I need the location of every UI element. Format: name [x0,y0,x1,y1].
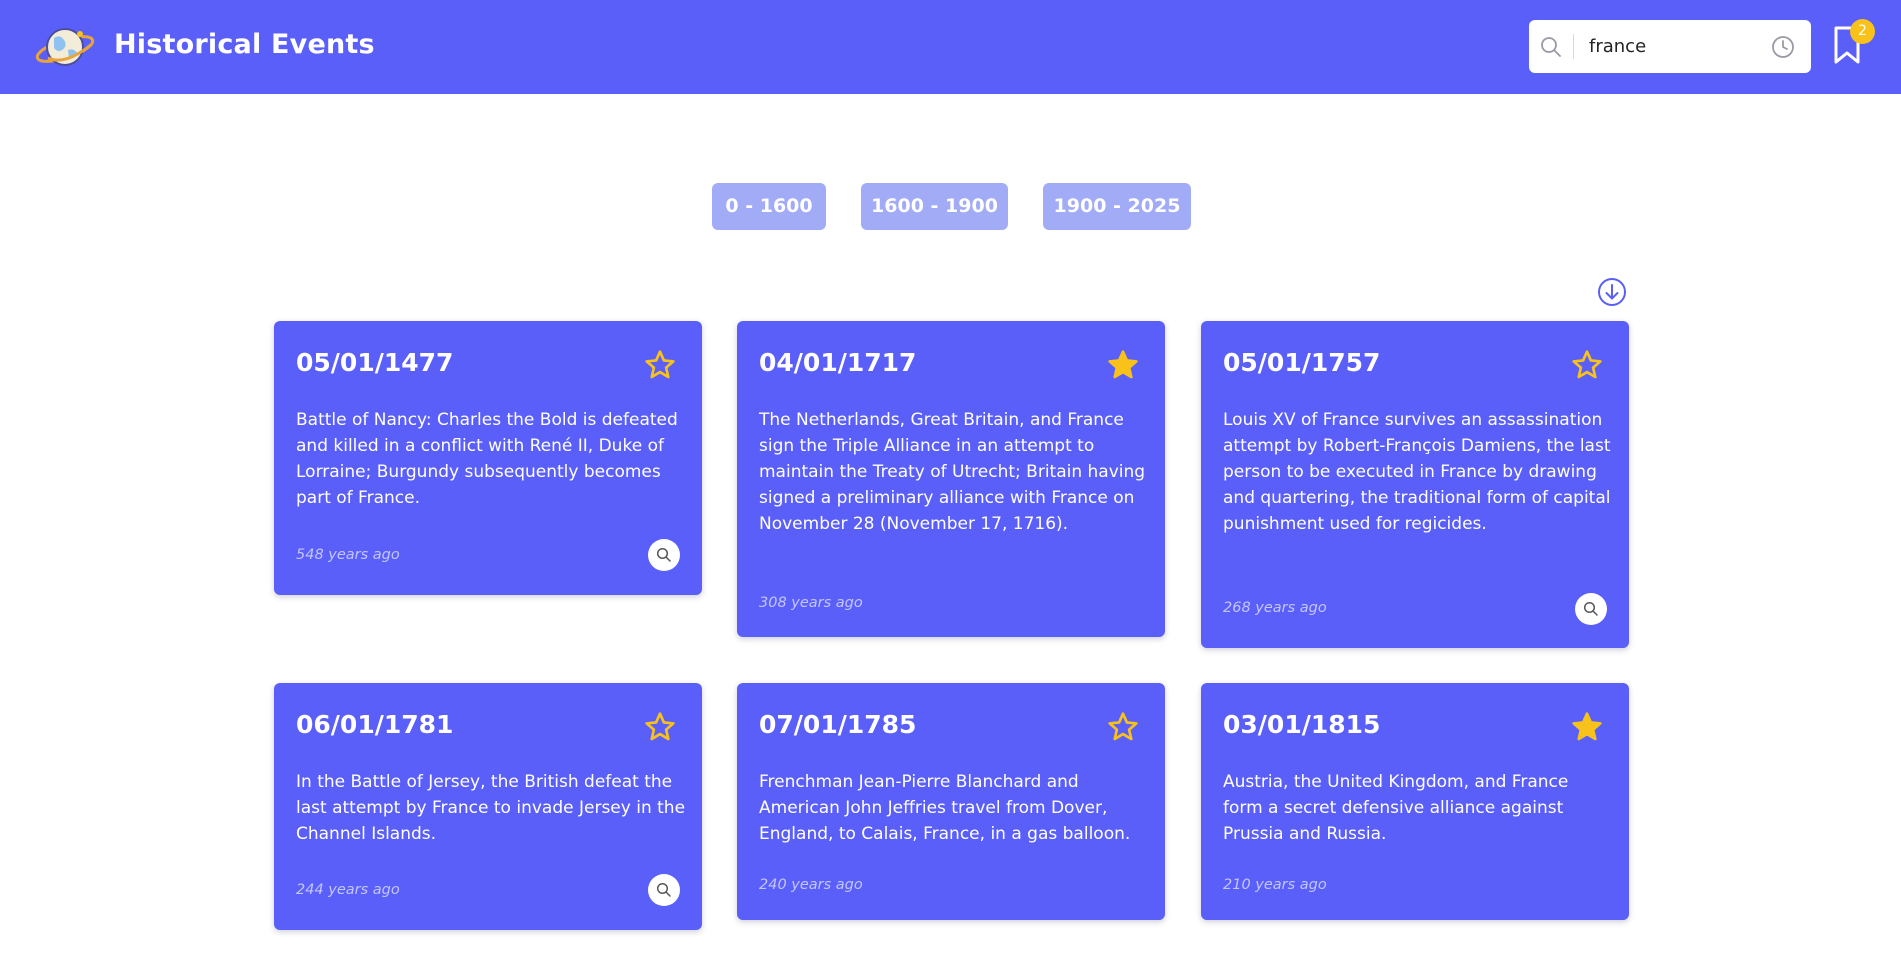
event-age: 240 years ago [759,877,863,893]
range-button-1600-1900[interactable]: 1600 - 1900 [861,183,1008,230]
clock-icon[interactable] [1771,35,1795,59]
arrow-down-circle-icon[interactable] [1597,277,1627,307]
event-card: 03/01/1815 Austria, the United Kingdom, … [1201,683,1629,920]
event-date: 07/01/1785 [759,710,917,739]
details-button[interactable] [648,539,680,571]
event-age: 244 years ago [296,882,400,898]
search-input[interactable] [1589,32,1759,61]
event-age: 308 years ago [759,595,863,611]
event-date: 05/01/1477 [296,348,454,377]
range-button-0-1600[interactable]: 0 - 1600 [712,183,826,230]
range-button-1900-2025[interactable]: 1900 - 2025 [1043,183,1191,230]
search-divider [1573,34,1574,59]
event-card: 04/01/1717 The Netherlands, Great Britai… [737,321,1165,637]
event-card: 06/01/1781 In the Battle of Jersey, the … [274,683,702,930]
event-date: 05/01/1757 [1223,348,1381,377]
event-description: Austria, the United Kingdom, and France … [1223,772,1569,844]
event-description: In the Battle of Jersey, the British def… [296,772,686,844]
event-age: 210 years ago [1223,877,1327,893]
search-box [1529,20,1811,73]
search-icon[interactable] [1539,35,1563,59]
search-icon [656,547,671,562]
event-age: 548 years ago [296,547,400,563]
app-header: Historical Events 2 [0,0,1901,94]
event-card: 05/01/1757 Louis XV of France survives a… [1201,321,1629,648]
event-date: 04/01/1717 [759,348,917,377]
star-filled-icon[interactable] [1107,349,1139,381]
planet-globe-logo[interactable] [34,22,96,72]
star-outline-icon[interactable] [644,349,676,381]
event-description: Frenchman Jean-Pierre Blanchard and Amer… [759,772,1131,844]
search-icon [1583,601,1598,616]
event-description: Battle of Nancy: Charles the Bold is def… [296,410,678,508]
star-outline-icon[interactable] [1107,711,1139,743]
event-date: 06/01/1781 [296,710,454,739]
event-description: Louis XV of France survives an assassina… [1223,410,1611,534]
star-outline-icon[interactable] [644,711,676,743]
event-card: 07/01/1785 Frenchman Jean-Pierre Blancha… [737,683,1165,920]
event-age: 268 years ago [1223,600,1327,616]
details-button[interactable] [1575,593,1607,625]
search-icon [656,882,671,897]
event-card: 05/01/1477 Battle of Nancy: Charles the … [274,321,702,595]
event-description: The Netherlands, Great Britain, and Fran… [759,410,1146,534]
bookmark-count-badge: 2 [1850,19,1875,44]
star-outline-icon[interactable] [1571,349,1603,381]
star-filled-icon[interactable] [1571,711,1603,743]
event-date: 03/01/1815 [1223,710,1381,739]
app-title: Historical Events [114,29,375,60]
details-button[interactable] [648,874,680,906]
